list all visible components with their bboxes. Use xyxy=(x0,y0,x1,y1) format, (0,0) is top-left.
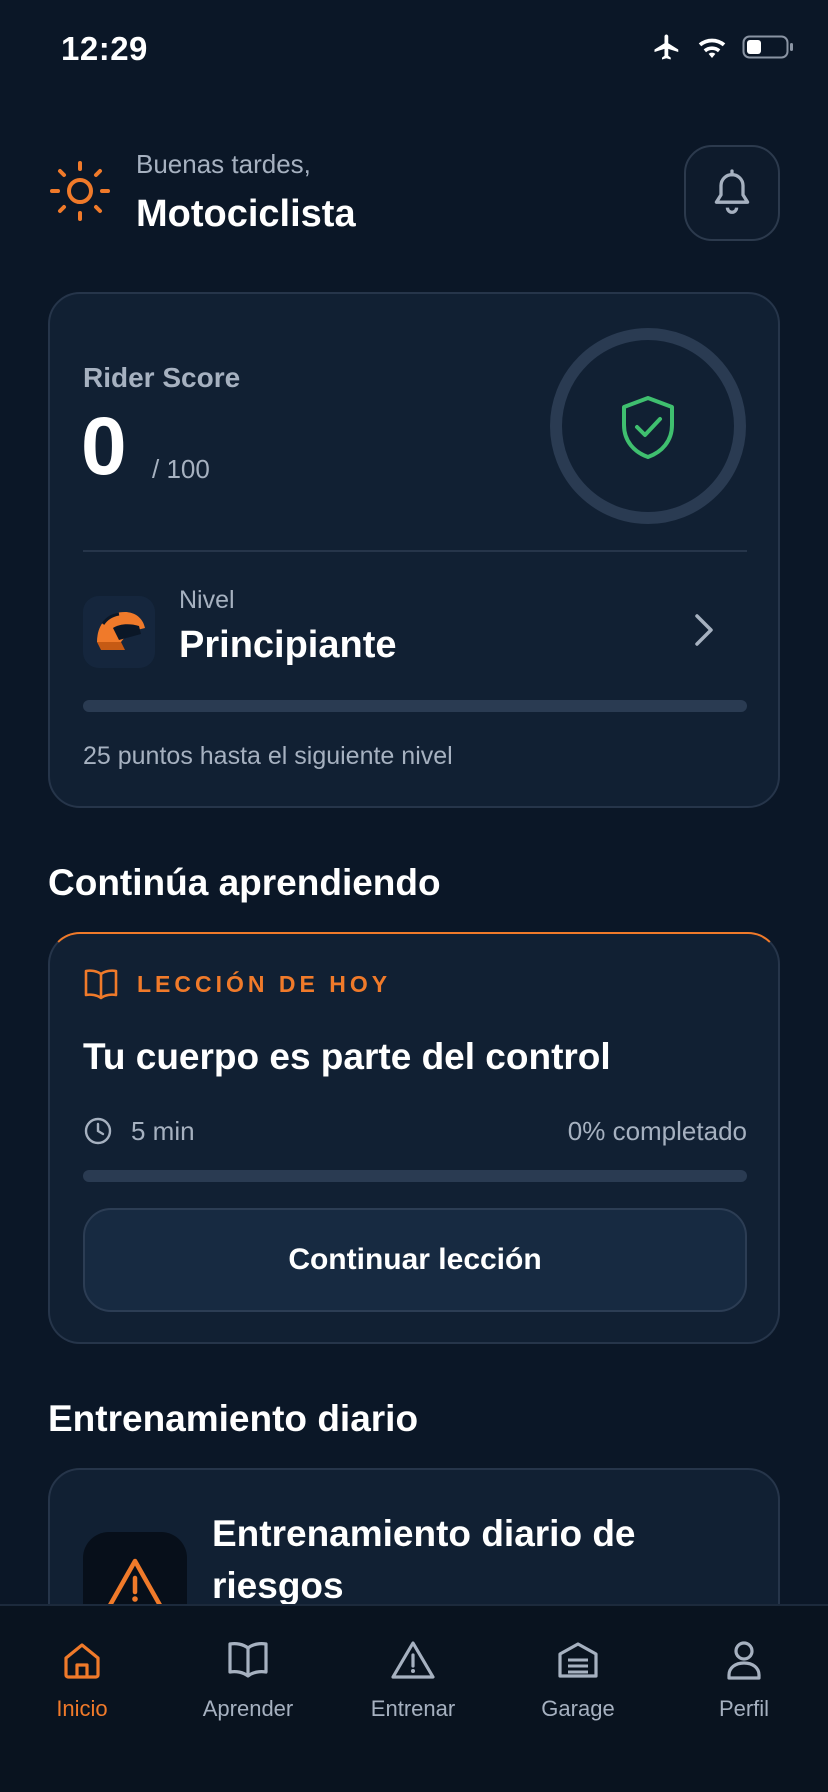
lesson-tag-text: LECCIÓN DE HOY xyxy=(137,970,392,997)
airplane-icon xyxy=(654,34,679,60)
lesson-progress-bar xyxy=(83,1170,747,1182)
tab-perfil[interactable]: Perfil xyxy=(674,1636,814,1736)
lesson-tag: LECCIÓN DE HOY xyxy=(83,968,391,1000)
chevron-right-icon xyxy=(695,614,713,646)
user-name: Motociclista xyxy=(136,193,356,235)
warning-icon xyxy=(391,1641,435,1679)
tab-inicio[interactable]: Inicio xyxy=(12,1636,152,1736)
score-label: Rider Score xyxy=(83,362,241,393)
lesson-title: Tu cuerpo es parte del control xyxy=(83,1036,611,1077)
greeting-text: Buenas tardes, xyxy=(136,149,311,179)
helmet-avatar-icon xyxy=(83,596,155,668)
status-time: 12:29 xyxy=(61,30,148,67)
lesson-meta: 5 min 0% completado xyxy=(83,1112,747,1152)
status-bar: 12:29 xyxy=(0,0,828,100)
tab-entrenar[interactable]: Entrenar xyxy=(343,1636,483,1736)
tab-garage[interactable]: Garage xyxy=(508,1636,648,1736)
shield-check-icon xyxy=(622,396,674,459)
score-value: 0 xyxy=(81,401,127,492)
status-icons xyxy=(652,32,794,62)
next-level-text: 25 puntos hasta el siguiente nivel xyxy=(83,742,453,770)
level-progress-bar xyxy=(83,700,747,712)
sun-icon xyxy=(50,161,110,221)
rider-score-card: Rider Score 0 / 100 Nivel Principiante 2… xyxy=(48,292,780,808)
card-divider xyxy=(83,550,747,552)
continue-lesson-button[interactable]: Continuar lección xyxy=(83,1208,747,1312)
tab-label: Garage xyxy=(541,1696,615,1721)
person-icon xyxy=(727,1641,761,1680)
learning-section-title: Continúa aprendiendo xyxy=(48,862,441,903)
tab-label: Aprender xyxy=(202,1696,294,1721)
home-icon xyxy=(64,1643,100,1679)
greeting-header: Buenas tardes, Motociclista xyxy=(48,145,780,245)
book-icon xyxy=(84,969,118,1000)
book-icon xyxy=(228,1642,268,1678)
tab-aprender[interactable]: Aprender xyxy=(178,1636,318,1736)
battery-icon xyxy=(742,35,793,59)
tab-label: Entrenar xyxy=(370,1696,456,1721)
training-title: Entrenamiento diario de riesgos xyxy=(212,1513,636,1606)
score-ring xyxy=(550,328,746,524)
bell-icon xyxy=(714,169,750,214)
lesson-completion: 0% completado xyxy=(567,1116,747,1146)
wifi-icon xyxy=(698,38,726,59)
tab-label: Inicio xyxy=(56,1696,108,1721)
clock-icon xyxy=(84,1117,112,1145)
garage-icon xyxy=(558,1642,598,1678)
lesson-duration: 5 min xyxy=(131,1116,195,1146)
tab-label: Perfil xyxy=(718,1696,770,1721)
level-name: Principiante xyxy=(179,624,397,666)
training-section-title: Entrenamiento diario xyxy=(48,1398,419,1439)
lesson-card[interactable]: LECCIÓN DE HOY Tu cuerpo es parte del co… xyxy=(48,932,780,1344)
score-max: / 100 xyxy=(152,454,210,484)
notifications-button[interactable] xyxy=(684,145,780,241)
tab-bar: Inicio Aprender Entrenar Garage Perfil xyxy=(0,1604,828,1792)
level-row[interactable]: Nivel Principiante xyxy=(83,584,747,674)
home-screen: 12:29 Buenas tardes, Motociclista Rider … xyxy=(0,0,828,1792)
level-caption: Nivel xyxy=(179,586,235,614)
